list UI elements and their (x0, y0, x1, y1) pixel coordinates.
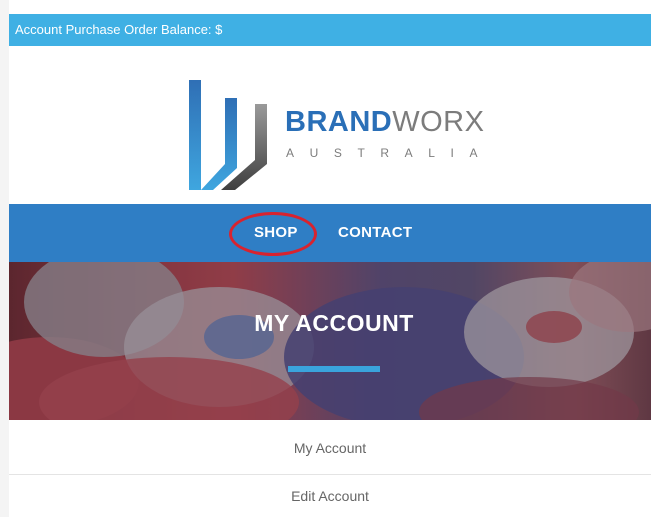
main-navigation: SHOP CONTACT (9, 204, 651, 262)
brand-wordmark: BRANDWORX (285, 106, 484, 138)
menu-item-my-account[interactable]: My Account (9, 420, 651, 474)
hero-banner: MY ACCOUNT (9, 262, 651, 420)
brand-wordmark-light: WORX (392, 106, 485, 138)
brand-subtitle: AUSTRALIA (286, 146, 494, 160)
menu-item-edit-account[interactable]: Edit Account (9, 474, 651, 516)
hero-overlay (9, 262, 651, 420)
account-menu: My Account Edit Account (9, 420, 651, 516)
title-underline (288, 366, 380, 372)
brand-wordmark-bold: BRAND (285, 106, 393, 138)
account-balance-bar: Account Purchase Order Balance: $ (9, 14, 651, 46)
brandworx-logo-icon[interactable] (185, 78, 271, 192)
header-logo-area: BRANDWORX AUSTRALIA (9, 46, 651, 204)
account-balance-text: Account Purchase Order Balance: $ (15, 22, 223, 37)
nav-contact-link[interactable]: CONTACT (338, 204, 412, 262)
nav-shop-link[interactable]: SHOP (254, 204, 298, 262)
page-frame: Account Purchase Order Balance: $ BRANDW… (9, 0, 651, 517)
page-title: MY ACCOUNT (254, 310, 414, 336)
